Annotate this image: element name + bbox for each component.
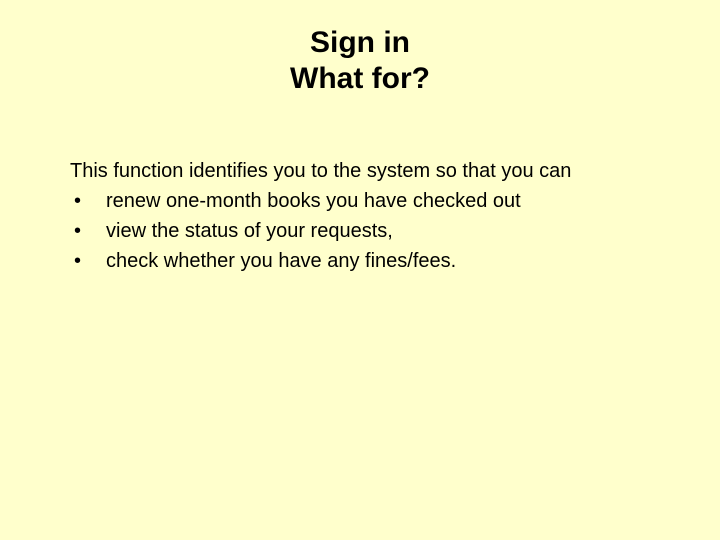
slide: Sign in What for? This function identifi… — [0, 0, 720, 275]
list-item: • check whether you have any fines/fees. — [70, 247, 650, 275]
intro-text: This function identifies you to the syst… — [70, 157, 650, 185]
title-block: Sign in What for? — [70, 25, 650, 97]
title-line-1: Sign in — [70, 25, 650, 61]
bullet-text: renew one-month books you have checked o… — [106, 187, 650, 215]
bullet-icon: • — [70, 217, 106, 245]
list-item: • view the status of your requests, — [70, 217, 650, 245]
bullet-text: check whether you have any fines/fees. — [106, 247, 650, 275]
bullet-text: view the status of your requests, — [106, 217, 650, 245]
bullet-icon: • — [70, 247, 106, 275]
body-text: This function identifies you to the syst… — [70, 157, 650, 275]
title-line-2: What for? — [70, 61, 650, 97]
list-item: • renew one-month books you have checked… — [70, 187, 650, 215]
bullet-icon: • — [70, 187, 106, 215]
